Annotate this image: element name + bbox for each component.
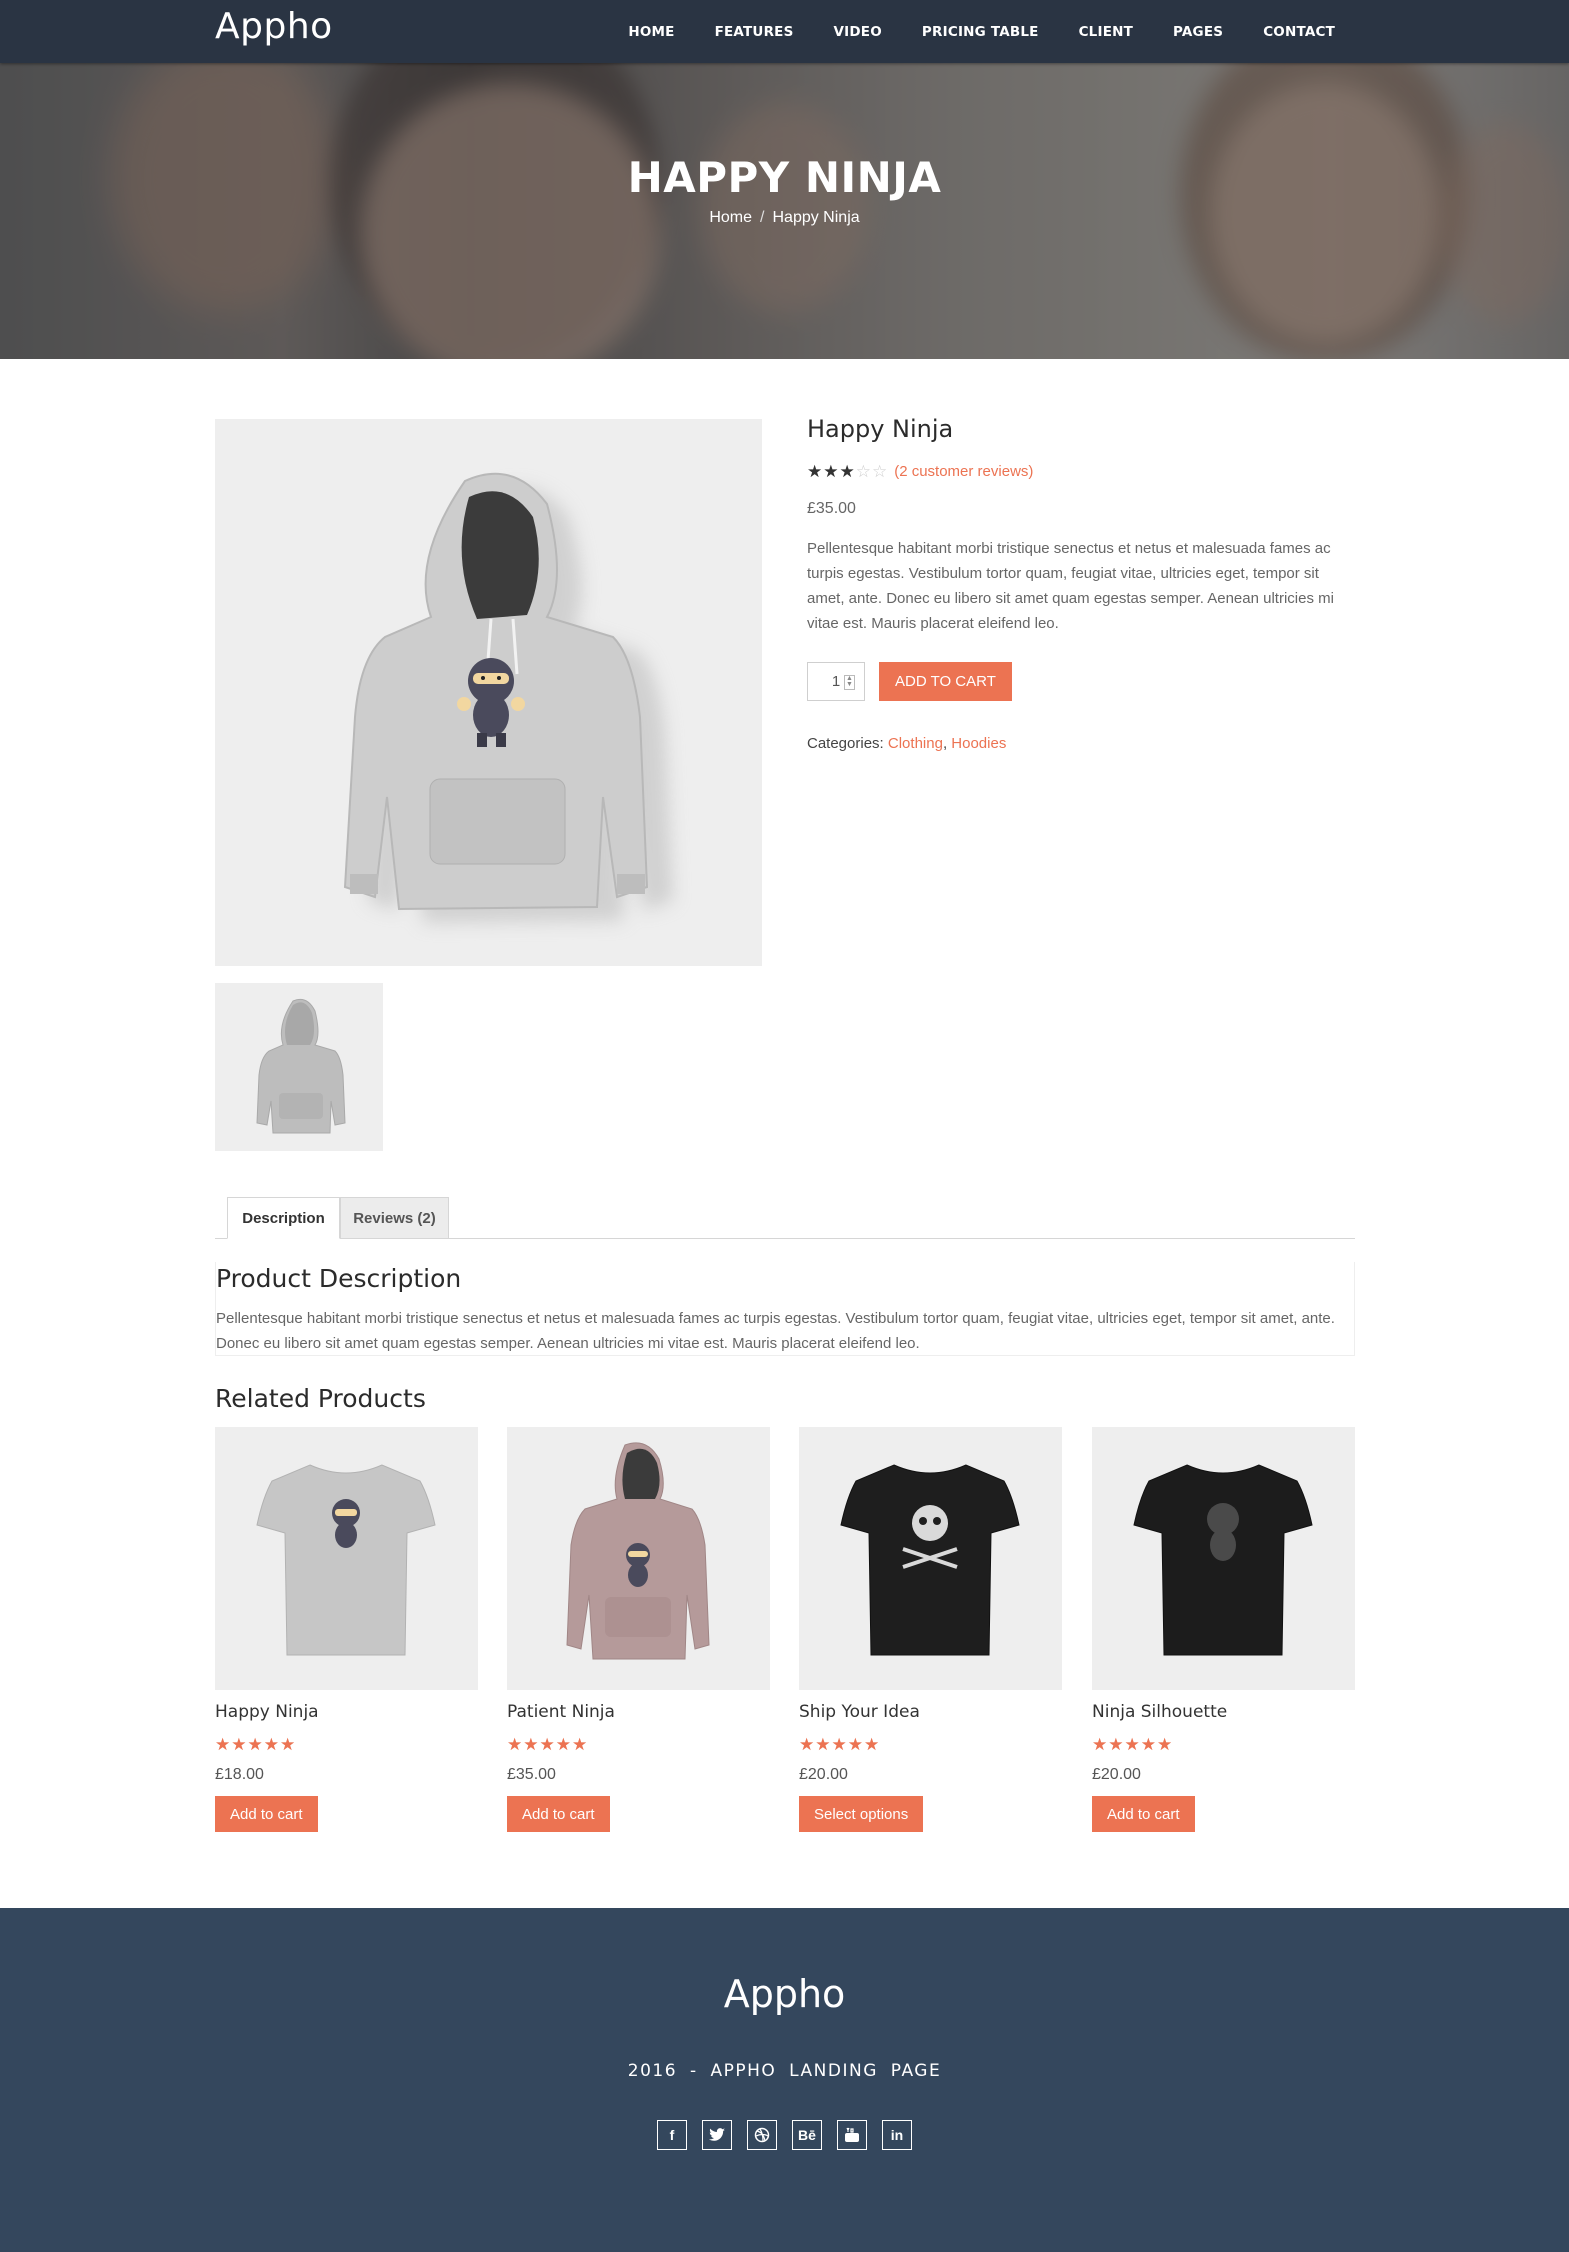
related-product-price: £20.00 bbox=[1092, 1766, 1141, 1783]
twitter-icon[interactable] bbox=[702, 2120, 732, 2150]
related-product-image[interactable] bbox=[507, 1427, 770, 1690]
footer-logo[interactable]: Appho bbox=[0, 1972, 1569, 2016]
product-short-description: Pellentesque habitant morbi tristique se… bbox=[807, 540, 1334, 632]
product-rating-stars: ☆☆☆☆☆★★★★★ bbox=[807, 462, 889, 481]
select-options-button[interactable]: Select options bbox=[799, 1796, 924, 1832]
category-link-clothing[interactable]: Clothing bbox=[888, 735, 943, 752]
nav-pages[interactable]: PAGES bbox=[1173, 24, 1223, 40]
related-products-title: Related Products bbox=[215, 1384, 426, 1413]
related-product-card: Patient Ninja ★★★★★ ★★★★★ £35.00 Add to c… bbox=[507, 1427, 770, 1832]
dribbble-icon[interactable] bbox=[747, 2120, 777, 2150]
breadcrumb: Home / Happy Ninja bbox=[0, 209, 1569, 227]
social-links: f Bē in bbox=[0, 2120, 1569, 2150]
related-product-image[interactable] bbox=[215, 1427, 478, 1690]
behance-icon[interactable]: Bē bbox=[792, 2120, 822, 2150]
related-product-price: £35.00 bbox=[507, 1766, 556, 1783]
nav-client[interactable]: CLIENT bbox=[1079, 24, 1133, 40]
site-logo[interactable]: Appho bbox=[215, 6, 333, 47]
related-product-card: Ninja Silhouette ★★★★★ ★★★★★ £20.00 Add t… bbox=[1092, 1427, 1355, 1832]
product-categories: Categories: Clothing, Hoodies bbox=[807, 735, 1355, 752]
related-product-image[interactable] bbox=[1092, 1427, 1355, 1690]
page-title: HAPPY NINJA bbox=[627, 153, 942, 202]
quantity-value: 1 bbox=[831, 673, 841, 690]
product-thumbnail[interactable] bbox=[215, 983, 383, 1151]
related-product-name[interactable]: Ship Your Idea bbox=[799, 1702, 1062, 1722]
related-product-price: £20.00 bbox=[799, 1766, 848, 1783]
nav-pricing-table[interactable]: PRICING TABLE bbox=[922, 24, 1039, 40]
product-title: Happy Ninja bbox=[807, 415, 954, 443]
related-product-rating-stars: ★★★★★ ★★★★★ bbox=[507, 1735, 589, 1754]
main-menu: HOME FEATURES VIDEO PRICING TABLE CLIENT… bbox=[588, 0, 1335, 63]
add-to-cart-button[interactable]: Add to cart bbox=[215, 1796, 318, 1832]
nav-video[interactable]: VIDEO bbox=[834, 24, 882, 40]
facebook-icon[interactable]: f bbox=[657, 2120, 687, 2150]
footer-tagline: 2016 - APPHO LANDING PAGE bbox=[627, 2061, 942, 2081]
related-product-card: Happy Ninja ★★★★★ ★★★★★ £18.00 Add to car… bbox=[215, 1427, 478, 1832]
related-product-name[interactable]: Ninja Silhouette bbox=[1092, 1702, 1355, 1722]
related-product-name[interactable]: Happy Ninja bbox=[215, 1702, 478, 1722]
related-product-image[interactable] bbox=[799, 1427, 1062, 1690]
nav-features[interactable]: FEATURES bbox=[715, 24, 794, 40]
related-product-name[interactable]: Patient Ninja bbox=[507, 1702, 770, 1722]
related-product-card: Ship Your Idea ★★★★★ ★★★★★ £20.00 Select … bbox=[799, 1427, 1062, 1832]
panel-title: Product Description bbox=[216, 1264, 462, 1293]
categories-separator: , bbox=[942, 735, 948, 752]
quantity-stepper[interactable]: 1 ▲ ▼ bbox=[807, 662, 865, 701]
customer-reviews-link[interactable]: (2 customer reviews) bbox=[894, 463, 1033, 480]
breadcrumb-current: Happy Ninja bbox=[772, 209, 860, 226]
add-to-cart-button[interactable]: Add to cart bbox=[1092, 1796, 1195, 1832]
product-price: £35.00 bbox=[807, 500, 856, 517]
product-tabs: Description Reviews (2) bbox=[215, 1197, 1355, 1239]
breadcrumb-home[interactable]: Home bbox=[709, 209, 752, 226]
nav-home[interactable]: HOME bbox=[628, 24, 674, 40]
nav-contact[interactable]: CONTACT bbox=[1263, 24, 1335, 40]
product-summary: Happy Ninja ☆☆☆☆☆★★★★★ (2 customer revie… bbox=[807, 415, 1355, 752]
panel-text: Pellentesque habitant morbi tristique se… bbox=[216, 1310, 1335, 1352]
add-to-cart-button[interactable]: ADD TO CART bbox=[879, 662, 1012, 701]
description-panel: Product Description Pellentesque habitan… bbox=[215, 1262, 1355, 1356]
categories-label: Categories: bbox=[807, 735, 884, 752]
top-navbar: Appho HOME FEATURES VIDEO PRICING TABLE … bbox=[0, 0, 1569, 63]
related-product-rating-stars: ★★★★★ ★★★★★ bbox=[799, 1735, 881, 1754]
linkedin-icon[interactable]: in bbox=[882, 2120, 912, 2150]
add-to-cart-button[interactable]: Add to cart bbox=[507, 1796, 610, 1832]
tab-reviews[interactable]: Reviews (2) bbox=[340, 1197, 449, 1239]
product-main-image[interactable] bbox=[215, 419, 762, 966]
quantity-spin-icon[interactable]: ▲ ▼ bbox=[844, 675, 855, 690]
breadcrumb-separator: / bbox=[760, 209, 765, 226]
related-product-price: £18.00 bbox=[215, 1766, 264, 1783]
tab-description[interactable]: Description bbox=[227, 1197, 340, 1239]
category-link-hoodies[interactable]: Hoodies bbox=[951, 735, 1006, 752]
related-product-rating-stars: ★★★★★ ★★★★★ bbox=[215, 1735, 297, 1754]
related-product-rating-stars: ★★★★★ ★★★★★ bbox=[1092, 1735, 1174, 1754]
page-header-banner: HAPPY NINJA Home / Happy Ninja bbox=[0, 63, 1569, 359]
youtube-icon[interactable] bbox=[837, 2120, 867, 2150]
site-footer: Appho 2016 - APPHO LANDING PAGE f Bē in bbox=[0, 1908, 1569, 2252]
